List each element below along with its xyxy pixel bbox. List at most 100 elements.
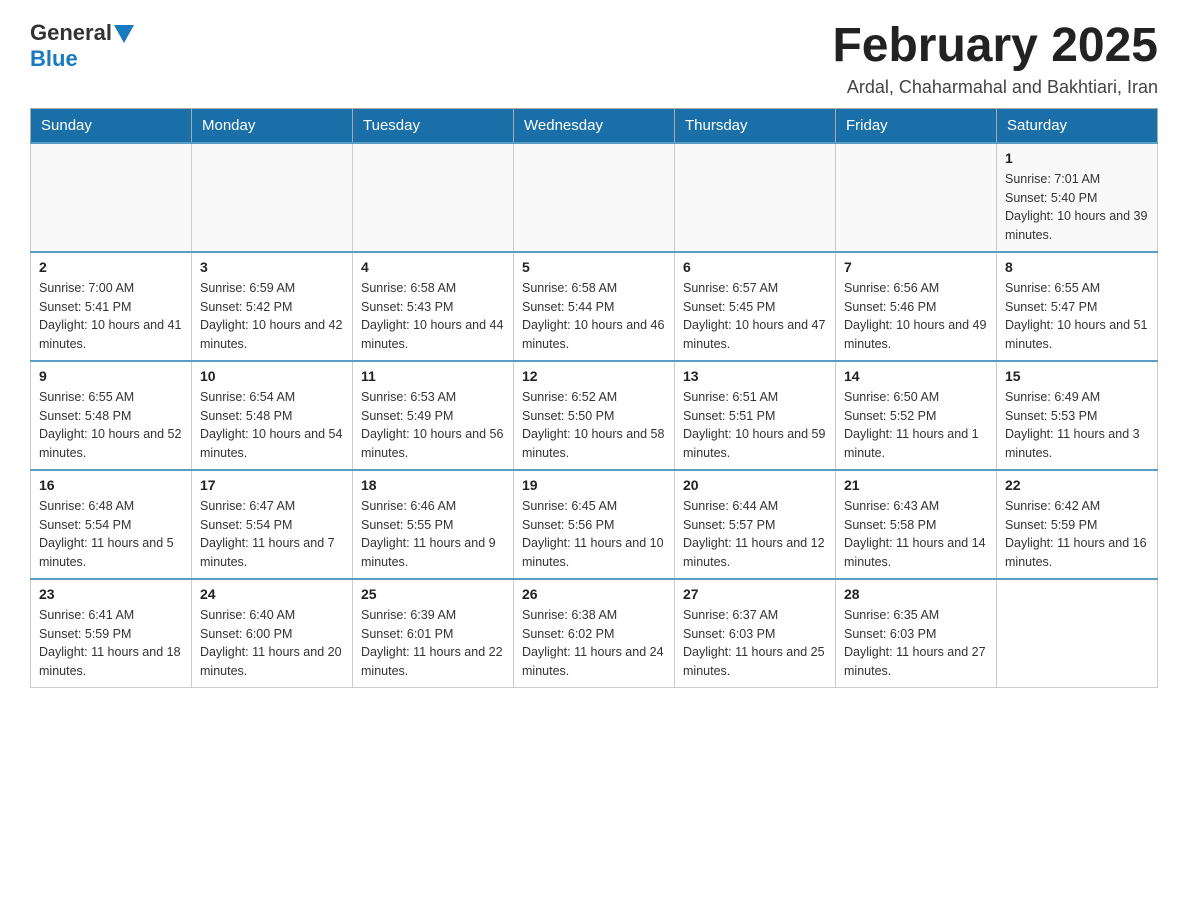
day-number: 26 (522, 586, 666, 602)
weekday-header-sunday: Sunday (31, 108, 192, 143)
calendar-cell (192, 143, 353, 252)
day-number: 20 (683, 477, 827, 493)
calendar-table: SundayMondayTuesdayWednesdayThursdayFrid… (30, 108, 1158, 688)
calendar-week-4: 16 Sunrise: 6:48 AM Sunset: 5:54 PM Dayli… (31, 470, 1158, 579)
day-number: 24 (200, 586, 344, 602)
day-number: 4 (361, 259, 505, 275)
calendar-cell: 5 Sunrise: 6:58 AM Sunset: 5:44 PM Daylig… (514, 252, 675, 361)
weekday-header-monday: Monday (192, 108, 353, 143)
day-number: 14 (844, 368, 988, 384)
calendar-cell: 25 Sunrise: 6:39 AM Sunset: 6:01 PM Dayli… (353, 579, 514, 688)
calendar-cell (997, 579, 1158, 688)
day-info: Sunrise: 6:57 AM Sunset: 5:45 PM Dayligh… (683, 279, 827, 354)
calendar-cell: 17 Sunrise: 6:47 AM Sunset: 5:54 PM Dayli… (192, 470, 353, 579)
calendar-cell: 8Sunrise: 6:55 AM Sunset: 5:47 PM Daylig… (997, 252, 1158, 361)
calendar-cell: 4 Sunrise: 6:58 AM Sunset: 5:43 PM Daylig… (353, 252, 514, 361)
calendar-cell: 28 Sunrise: 6:35 AM Sunset: 6:03 PM Dayli… (836, 579, 997, 688)
calendar-cell: 13Sunrise: 6:51 AM Sunset: 5:51 PM Dayli… (675, 361, 836, 470)
day-number: 12 (522, 368, 666, 384)
day-info: Sunrise: 7:01 AM Sunset: 5:40 PM Dayligh… (1005, 170, 1149, 245)
calendar-cell: 19Sunrise: 6:45 AM Sunset: 5:56 PM Dayli… (514, 470, 675, 579)
month-title: February 2025 (832, 20, 1158, 73)
calendar-week-5: 23Sunrise: 6:41 AM Sunset: 5:59 PM Dayli… (31, 579, 1158, 688)
calendar-week-3: 9 Sunrise: 6:55 AM Sunset: 5:48 PM Daylig… (31, 361, 1158, 470)
day-info: Sunrise: 6:38 AM Sunset: 6:02 PM Dayligh… (522, 606, 666, 681)
weekday-header-row: SundayMondayTuesdayWednesdayThursdayFrid… (31, 108, 1158, 143)
logo-blue-text: Blue (30, 46, 78, 72)
day-number: 16 (39, 477, 183, 493)
day-info: Sunrise: 6:37 AM Sunset: 6:03 PM Dayligh… (683, 606, 827, 681)
day-info: Sunrise: 6:56 AM Sunset: 5:46 PM Dayligh… (844, 279, 988, 354)
title-area: February 2025 Ardal, Chaharmahal and Bak… (832, 20, 1158, 98)
day-info: Sunrise: 6:52 AM Sunset: 5:50 PM Dayligh… (522, 388, 666, 463)
day-info: Sunrise: 6:46 AM Sunset: 5:55 PM Dayligh… (361, 497, 505, 572)
calendar-cell: 22 Sunrise: 6:42 AM Sunset: 5:59 PM Dayli… (997, 470, 1158, 579)
calendar-cell (675, 143, 836, 252)
logo: General Blue (30, 20, 134, 72)
day-number: 6 (683, 259, 827, 275)
calendar-cell: 21Sunrise: 6:43 AM Sunset: 5:58 PM Dayli… (836, 470, 997, 579)
day-info: Sunrise: 6:49 AM Sunset: 5:53 PM Dayligh… (1005, 388, 1149, 463)
calendar-cell: 2 Sunrise: 7:00 AM Sunset: 5:41 PM Daylig… (31, 252, 192, 361)
logo-general-text: General (30, 20, 112, 46)
day-info: Sunrise: 6:58 AM Sunset: 5:44 PM Dayligh… (522, 279, 666, 354)
weekday-header-tuesday: Tuesday (353, 108, 514, 143)
day-info: Sunrise: 6:55 AM Sunset: 5:48 PM Dayligh… (39, 388, 183, 463)
day-info: Sunrise: 6:42 AM Sunset: 5:59 PM Dayligh… (1005, 497, 1149, 572)
day-number: 5 (522, 259, 666, 275)
day-info: Sunrise: 6:45 AM Sunset: 5:56 PM Dayligh… (522, 497, 666, 572)
day-number: 10 (200, 368, 344, 384)
calendar-cell: 1 Sunrise: 7:01 AM Sunset: 5:40 PM Daylig… (997, 143, 1158, 252)
day-number: 28 (844, 586, 988, 602)
day-info: Sunrise: 6:50 AM Sunset: 5:52 PM Dayligh… (844, 388, 988, 463)
day-number: 15 (1005, 368, 1149, 384)
calendar-cell: 14 Sunrise: 6:50 AM Sunset: 5:52 PM Dayli… (836, 361, 997, 470)
day-number: 3 (200, 259, 344, 275)
page-header: General Blue February 2025 Ardal, Chahar… (30, 20, 1158, 98)
calendar-cell: 24 Sunrise: 6:40 AM Sunset: 6:00 PM Dayli… (192, 579, 353, 688)
calendar-week-2: 2 Sunrise: 7:00 AM Sunset: 5:41 PM Daylig… (31, 252, 1158, 361)
day-number: 11 (361, 368, 505, 384)
day-number: 25 (361, 586, 505, 602)
calendar-cell (31, 143, 192, 252)
day-info: Sunrise: 6:39 AM Sunset: 6:01 PM Dayligh… (361, 606, 505, 681)
calendar-cell: 18 Sunrise: 6:46 AM Sunset: 5:55 PM Dayli… (353, 470, 514, 579)
calendar-cell: 16 Sunrise: 6:48 AM Sunset: 5:54 PM Dayli… (31, 470, 192, 579)
logo-triangle-icon (114, 25, 134, 43)
day-number: 13 (683, 368, 827, 384)
day-number: 9 (39, 368, 183, 384)
calendar-cell: 6 Sunrise: 6:57 AM Sunset: 5:45 PM Daylig… (675, 252, 836, 361)
calendar-cell: 12 Sunrise: 6:52 AM Sunset: 5:50 PM Dayli… (514, 361, 675, 470)
day-info: Sunrise: 6:44 AM Sunset: 5:57 PM Dayligh… (683, 497, 827, 572)
day-number: 22 (1005, 477, 1149, 493)
day-info: Sunrise: 6:35 AM Sunset: 6:03 PM Dayligh… (844, 606, 988, 681)
day-info: Sunrise: 6:58 AM Sunset: 5:43 PM Dayligh… (361, 279, 505, 354)
calendar-cell: 10 Sunrise: 6:54 AM Sunset: 5:48 PM Dayli… (192, 361, 353, 470)
calendar-cell (353, 143, 514, 252)
day-info: Sunrise: 6:59 AM Sunset: 5:42 PM Dayligh… (200, 279, 344, 354)
calendar-cell: 20 Sunrise: 6:44 AM Sunset: 5:57 PM Dayli… (675, 470, 836, 579)
day-info: Sunrise: 6:48 AM Sunset: 5:54 PM Dayligh… (39, 497, 183, 572)
calendar-week-1: 1 Sunrise: 7:01 AM Sunset: 5:40 PM Daylig… (31, 143, 1158, 252)
day-info: Sunrise: 7:00 AM Sunset: 5:41 PM Dayligh… (39, 279, 183, 354)
day-info: Sunrise: 6:43 AM Sunset: 5:58 PM Dayligh… (844, 497, 988, 572)
day-info: Sunrise: 6:54 AM Sunset: 5:48 PM Dayligh… (200, 388, 344, 463)
day-number: 7 (844, 259, 988, 275)
day-number: 2 (39, 259, 183, 275)
calendar-cell: 23Sunrise: 6:41 AM Sunset: 5:59 PM Dayli… (31, 579, 192, 688)
calendar-cell: 3 Sunrise: 6:59 AM Sunset: 5:42 PM Daylig… (192, 252, 353, 361)
day-info: Sunrise: 6:40 AM Sunset: 6:00 PM Dayligh… (200, 606, 344, 681)
day-number: 17 (200, 477, 344, 493)
day-number: 18 (361, 477, 505, 493)
calendar-cell: 7 Sunrise: 6:56 AM Sunset: 5:46 PM Daylig… (836, 252, 997, 361)
calendar-cell (836, 143, 997, 252)
weekday-header-thursday: Thursday (675, 108, 836, 143)
calendar-cell: 11 Sunrise: 6:53 AM Sunset: 5:49 PM Dayli… (353, 361, 514, 470)
day-info: Sunrise: 6:53 AM Sunset: 5:49 PM Dayligh… (361, 388, 505, 463)
calendar-cell: 15 Sunrise: 6:49 AM Sunset: 5:53 PM Dayli… (997, 361, 1158, 470)
day-info: Sunrise: 6:41 AM Sunset: 5:59 PM Dayligh… (39, 606, 183, 681)
day-number: 1 (1005, 150, 1149, 166)
day-number: 27 (683, 586, 827, 602)
day-info: Sunrise: 6:47 AM Sunset: 5:54 PM Dayligh… (200, 497, 344, 572)
calendar-cell: 27 Sunrise: 6:37 AM Sunset: 6:03 PM Dayli… (675, 579, 836, 688)
